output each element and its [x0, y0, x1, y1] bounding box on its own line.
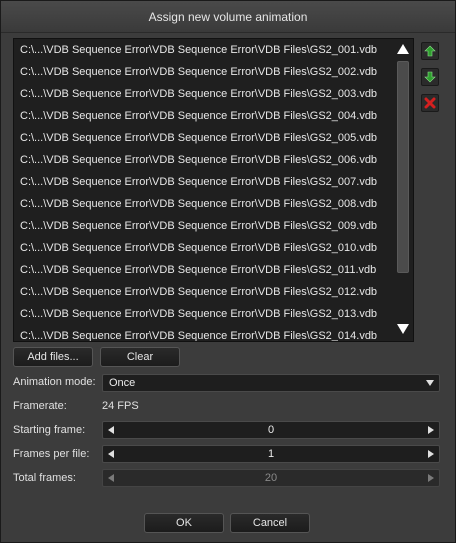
ok-button[interactable]: OK — [144, 513, 224, 533]
file-list-item[interactable]: C:\...\VDB Sequence Error\VDB Sequence E… — [14, 303, 394, 325]
file-list-item[interactable]: C:\...\VDB Sequence Error\VDB Sequence E… — [14, 237, 394, 259]
starting-frame-spinner[interactable]: 0 — [102, 421, 440, 439]
arrow-down-icon — [424, 71, 436, 83]
total-frames-label: Total frames: — [13, 472, 76, 484]
file-list-item[interactable]: C:\...\VDB Sequence Error\VDB Sequence E… — [14, 259, 394, 281]
file-list-item[interactable]: C:\...\VDB Sequence Error\VDB Sequence E… — [14, 171, 394, 193]
file-list-item[interactable]: C:\...\VDB Sequence Error\VDB Sequence E… — [14, 215, 394, 237]
file-list-items: C:\...\VDB Sequence Error\VDB Sequence E… — [14, 39, 394, 341]
file-list-item[interactable]: C:\...\VDB Sequence Error\VDB Sequence E… — [14, 105, 394, 127]
file-list-item[interactable]: C:\...\VDB Sequence Error\VDB Sequence E… — [14, 127, 394, 149]
framerate-value: 24 FPS — [102, 400, 139, 412]
file-list-item[interactable]: C:\...\VDB Sequence Error\VDB Sequence E… — [14, 83, 394, 105]
move-up-button[interactable] — [421, 42, 439, 60]
increment-arrow-icon[interactable] — [427, 426, 435, 434]
decrement-arrow-icon — [108, 474, 114, 482]
animation-mode-select[interactable]: Once — [102, 374, 440, 392]
animation-mode-value: Once — [109, 377, 136, 389]
increment-arrow-icon — [428, 474, 434, 482]
total-frames-spinner: 20 — [102, 469, 440, 487]
red-x-icon — [424, 97, 436, 109]
chevron-down-icon — [426, 380, 434, 386]
file-list-item[interactable]: C:\...\VDB Sequence Error\VDB Sequence E… — [14, 39, 394, 61]
frames-per-file-value: 1 — [267, 448, 275, 460]
file-list[interactable]: C:\...\VDB Sequence Error\VDB Sequence E… — [13, 38, 414, 342]
decrement-arrow-icon[interactable] — [107, 450, 115, 458]
remove-file-button[interactable] — [421, 94, 439, 112]
file-list-item[interactable]: C:\...\VDB Sequence Error\VDB Sequence E… — [14, 149, 394, 171]
frames-per-file-label: Frames per file: — [13, 448, 90, 460]
scroll-thumb[interactable] — [397, 61, 409, 273]
starting-frame-value: 0 — [267, 424, 275, 436]
scroll-up-arrow-icon[interactable] — [396, 43, 410, 57]
file-list-item[interactable]: C:\...\VDB Sequence Error\VDB Sequence E… — [14, 281, 394, 303]
dialog-title: Assign new volume animation — [1, 1, 455, 33]
framerate-label: Framerate: — [13, 400, 67, 412]
decrement-arrow-icon[interactable] — [107, 426, 115, 434]
add-files-button[interactable]: Add files... — [13, 347, 93, 367]
file-list-item[interactable]: C:\...\VDB Sequence Error\VDB Sequence E… — [14, 61, 394, 83]
starting-frame-label: Starting frame: — [13, 424, 86, 436]
cancel-button[interactable]: Cancel — [230, 513, 310, 533]
animation-mode-label: Animation mode: — [13, 376, 96, 388]
clear-button[interactable]: Clear — [100, 347, 180, 367]
scroll-down-arrow-icon[interactable] — [396, 323, 410, 337]
file-list-scrollbar[interactable] — [393, 39, 413, 341]
arrow-up-icon — [424, 45, 436, 57]
increment-arrow-icon[interactable] — [427, 450, 435, 458]
move-down-button[interactable] — [421, 68, 439, 86]
assign-volume-animation-dialog: Assign new volume animation C:\...\VDB S… — [0, 0, 456, 543]
file-list-item[interactable]: C:\...\VDB Sequence Error\VDB Sequence E… — [14, 193, 394, 215]
file-list-item[interactable]: C:\...\VDB Sequence Error\VDB Sequence E… — [14, 325, 394, 341]
frames-per-file-spinner[interactable]: 1 — [102, 445, 440, 463]
total-frames-value: 20 — [264, 472, 278, 484]
